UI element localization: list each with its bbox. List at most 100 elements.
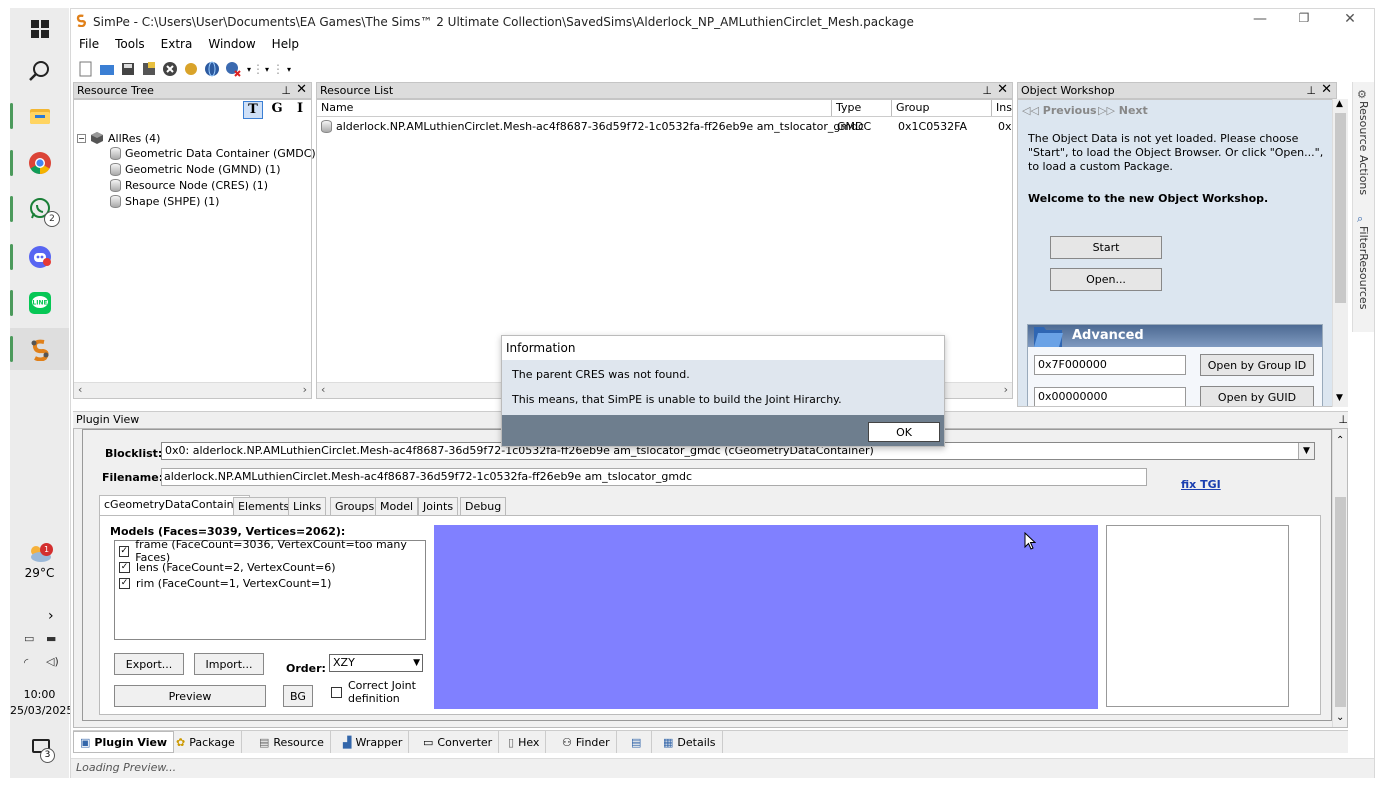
globe-icon[interactable]	[203, 60, 221, 78]
tab-hex[interactable]: ▯ Hex	[502, 731, 547, 753]
bg-button[interactable]: BG	[283, 685, 313, 707]
tree-h-scrollbar[interactable]: ‹ ›	[74, 382, 311, 398]
tab-groups[interactable]: Groups	[330, 497, 380, 516]
dropdown-arrow-icon-3[interactable]: ▾	[285, 60, 293, 78]
menu-extra[interactable]: Extra	[153, 37, 201, 51]
open-by-guid-button[interactable]: Open by GUID	[1200, 386, 1314, 406]
tree-item-gmdc[interactable]: Geometric Data Container (GMDC) (1)	[110, 147, 335, 160]
col-name[interactable]: Name	[317, 100, 832, 116]
tab-resource[interactable]: ▤ Resource	[253, 731, 331, 753]
simpe-button[interactable]	[10, 328, 69, 370]
next-button[interactable]: ▷▷ Next	[1098, 104, 1148, 117]
battery-icon[interactable]: ▬	[46, 632, 56, 645]
scroll-down-icon[interactable]: ⌄	[1336, 712, 1344, 723]
close-button[interactable]: ✕	[1329, 11, 1371, 31]
weather-widget[interactable]: 1 29°C	[10, 543, 69, 580]
dropdown-arrow-icon-2[interactable]: ▾	[263, 60, 271, 78]
pin-icon[interactable]: ⊥	[982, 83, 992, 98]
discord-button[interactable]	[10, 236, 69, 278]
scroll-up-icon[interactable]: ⌃	[1336, 435, 1344, 446]
wifi-icon[interactable]: ◜	[24, 656, 28, 669]
fix-tgi-link[interactable]: fix TGI	[1181, 478, 1221, 491]
side-tab-filter-resources[interactable]: ⌕ FilterResources	[1357, 212, 1370, 312]
tab-cgeometrydatacontainer[interactable]: cGeometryDataContainer	[99, 495, 250, 515]
scroll-left-icon[interactable]: ‹	[78, 383, 82, 396]
checkbox-checked[interactable]: ✓	[119, 561, 130, 573]
export-button[interactable]: Export...	[114, 653, 184, 675]
chevron-down-icon[interactable]: ▼	[413, 655, 420, 671]
scroll-down-icon[interactable]: ▼	[1336, 393, 1343, 403]
scroll-thumb[interactable]	[1335, 497, 1346, 707]
correct-joint-checkbox[interactable]	[331, 687, 342, 698]
tree-item-gmnd[interactable]: Geometric Node (GMND) (1)	[110, 163, 281, 176]
close-icon[interactable]: ✕	[296, 82, 307, 97]
tab-elements[interactable]: Elements	[233, 497, 295, 516]
tab-notes[interactable]: ▤	[625, 731, 653, 753]
table-row[interactable]: alderlock.NP.AMLuthienCirclet.Mesh-ac4f8…	[317, 119, 1012, 135]
start-button[interactable]	[10, 8, 69, 50]
pin-icon[interactable]: ⊥	[281, 83, 291, 98]
globe-remove-icon[interactable]	[224, 60, 242, 78]
tab-wrapper[interactable]: ▟ Wrapper	[337, 731, 410, 753]
open-folder-icon[interactable]	[98, 60, 116, 78]
list-item[interactable]: ✓ frame (FaceCount=3036, VertexCount=too …	[119, 538, 421, 564]
preview-pane[interactable]	[434, 525, 1098, 709]
checkbox-checked[interactable]: ✓	[119, 545, 130, 557]
models-list[interactable]: ✓ frame (FaceCount=3036, VertexCount=too …	[114, 538, 426, 640]
filter-instance-button[interactable]: I	[290, 101, 310, 119]
scroll-thumb[interactable]	[1335, 113, 1346, 303]
menu-file[interactable]: File	[71, 37, 107, 51]
close-package-icon[interactable]	[161, 60, 179, 78]
open-by-group-button[interactable]: Open by Group ID	[1200, 354, 1314, 376]
file-explorer-button[interactable]	[10, 95, 69, 137]
pin-icon[interactable]: ⊥	[1338, 412, 1348, 427]
save-as-icon[interactable]	[140, 60, 158, 78]
preview-button[interactable]: Preview	[114, 685, 266, 707]
whatsapp-button[interactable]: 2	[10, 188, 69, 230]
filename-input[interactable]: alderlock.NP.AMLuthienCirclet.Mesh-ac4f8…	[161, 468, 1147, 486]
maximize-button[interactable]: ❐	[1283, 11, 1325, 31]
group-id-input[interactable]: 0x7F000000	[1034, 355, 1186, 375]
guid-input[interactable]: 0x00000000	[1034, 387, 1186, 406]
device-icon[interactable]: ▭	[24, 632, 34, 645]
start-button[interactable]: Start	[1050, 236, 1162, 259]
tab-links[interactable]: Links	[288, 497, 327, 516]
tab-plugin-view[interactable]: ▣ Plugin View	[73, 731, 175, 753]
col-type[interactable]: Type	[832, 100, 892, 116]
tab-debug[interactable]: Debug	[460, 497, 507, 516]
menu-help[interactable]: Help	[264, 37, 307, 51]
tab-finder[interactable]: ⚇ Finder	[556, 731, 617, 753]
chevron-right-icon[interactable]: ›	[48, 608, 54, 624]
volume-icon[interactable]: ◁)	[46, 655, 59, 668]
filter-group-button[interactable]: G	[267, 101, 287, 119]
collapse-icon[interactable]: −	[77, 133, 86, 143]
tree-root[interactable]: − AllRes (4)	[77, 131, 160, 145]
order-select[interactable]: XZY ▼	[329, 654, 423, 672]
menu-tools[interactable]: Tools	[107, 37, 153, 51]
scroll-right-icon[interactable]: ›	[1004, 383, 1008, 396]
tab-package[interactable]: ✿ Package	[170, 731, 242, 753]
col-instance[interactable]: Ins	[992, 100, 1012, 116]
minimize-button[interactable]: —	[1239, 11, 1281, 31]
scroll-left-icon[interactable]: ‹	[321, 383, 325, 396]
menu-window[interactable]: Window	[200, 37, 263, 51]
sims-icon[interactable]	[182, 60, 200, 78]
ok-button[interactable]: OK	[868, 422, 940, 442]
close-icon[interactable]: ✕	[1321, 82, 1332, 97]
list-item[interactable]: ✓ rim (FaceCount=1, VertexCount=1)	[119, 575, 421, 591]
close-icon[interactable]: ✕	[997, 82, 1008, 97]
side-tab-resource-actions[interactable]: ⚙ Resource Actions	[1357, 88, 1370, 198]
ow-v-scrollbar[interactable]: ▲ ▼	[1332, 99, 1348, 407]
new-file-icon[interactable]	[77, 60, 95, 78]
col-group[interactable]: Group	[892, 100, 992, 116]
plugin-v-scrollbar[interactable]: ⌃ ⌄	[1332, 429, 1347, 727]
tree-item-cres[interactable]: Resource Node (CRES) (1)	[110, 179, 268, 192]
search-button[interactable]	[10, 50, 69, 92]
scroll-up-icon[interactable]: ▲	[1336, 99, 1343, 109]
checkbox-checked[interactable]: ✓	[119, 577, 130, 589]
chrome-button[interactable]	[10, 142, 69, 184]
clock[interactable]: 10:00 25/03/2025	[10, 688, 73, 717]
scroll-right-icon[interactable]: ›	[303, 383, 307, 396]
tab-details[interactable]: ▦ Details	[657, 731, 723, 753]
pin-icon[interactable]: ⊥	[1306, 83, 1316, 98]
